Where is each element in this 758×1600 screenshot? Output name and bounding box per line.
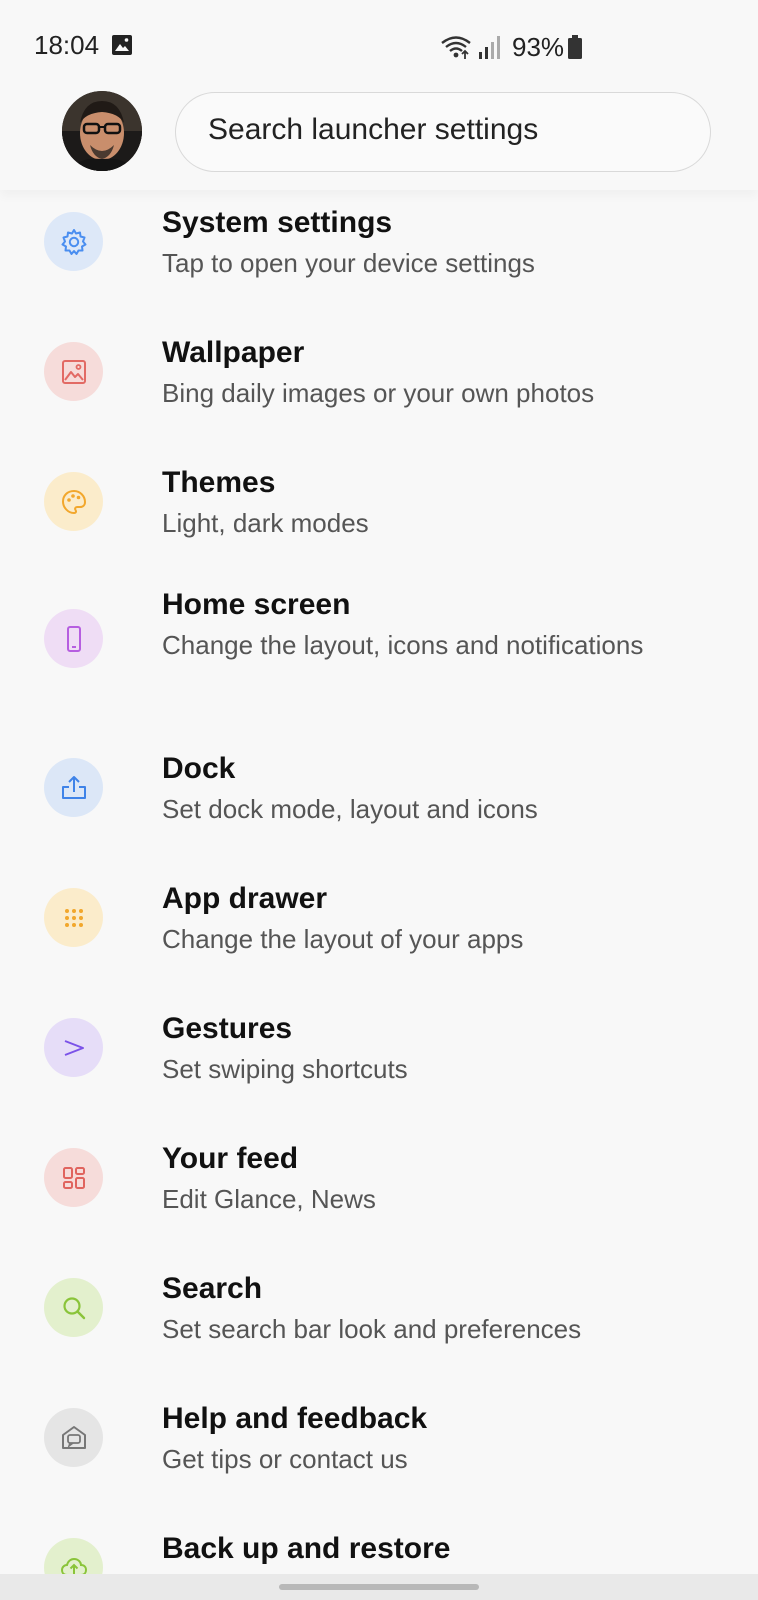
backup-icon (60, 1557, 87, 1574)
feed-icon (62, 1166, 85, 1189)
setting-system-settings[interactable]: System settings Tap to open your device … (0, 190, 758, 318)
row-icon-circle (44, 342, 103, 401)
row-icon-circle (44, 1408, 103, 1467)
gear-icon (61, 228, 86, 255)
setting-wallpaper[interactable]: Wallpaper Bing daily images or your own … (0, 320, 758, 448)
row-title: Your feed (162, 1142, 299, 1175)
battery-icon (568, 35, 583, 59)
image-icon (61, 359, 86, 384)
row-title: Search (162, 1272, 263, 1305)
setting-themes[interactable]: Themes Light, dark modes (0, 450, 758, 572)
dock-upload-icon (61, 775, 86, 799)
setting-your-feed[interactable]: Your feed Edit Glance, News (0, 1126, 758, 1254)
setting-search[interactable]: Search Set search bar look and preferenc… (0, 1256, 758, 1384)
row-title: Wallpaper (162, 336, 305, 369)
row-title: Themes (162, 466, 276, 499)
avatar[interactable] (62, 91, 142, 171)
gallery-icon (112, 35, 132, 55)
row-icon-circle (44, 1148, 103, 1207)
battery-percent: 93% (512, 31, 565, 62)
signal-icon (479, 36, 500, 59)
status-time: 18:04 (34, 30, 100, 60)
row-icon-circle (44, 758, 103, 817)
row-icon-circle (44, 212, 103, 271)
row-icon-circle (44, 1278, 103, 1337)
row-title: Gestures (162, 1012, 293, 1045)
row-icon-circle (44, 609, 103, 668)
row-icon-circle (44, 888, 103, 947)
setting-app-drawer[interactable]: App drawer Change the layout of your app… (0, 866, 758, 994)
row-title: Home screen (162, 588, 351, 621)
setting-help-and-feedback[interactable]: Help and feedback Get tips or contact us (0, 1386, 758, 1514)
row-icon-circle (44, 1538, 103, 1574)
status-right: 93% (440, 30, 583, 64)
search-bar[interactable]: Search launcher settings (175, 92, 711, 172)
row-icon-circle (44, 472, 103, 531)
palette-icon (61, 489, 86, 514)
home-gesture-handle[interactable] (279, 1584, 479, 1590)
row-subtitle: Light, dark modes (162, 508, 369, 538)
setting-home-screen[interactable]: Home screen Change the layout, icons and… (0, 572, 758, 734)
setting-gestures[interactable]: Gestures Set swiping shortcuts (0, 996, 758, 1124)
status-bar: 18:04 93% (0, 0, 758, 92)
wifi-icon (441, 36, 471, 59)
row-subtitle: Edit Glance, News (162, 1184, 376, 1214)
help-icon (61, 1425, 86, 1449)
row-subtitle: Get tips or contact us (162, 1444, 408, 1474)
row-title: Help and feedback (162, 1402, 428, 1435)
row-subtitle: Bing daily images or your own photos (162, 378, 595, 408)
row-title: App drawer (162, 882, 328, 915)
row-subtitle: Tap to open your device settings (162, 248, 535, 278)
setting-dock[interactable]: Dock Set dock mode, layout and icons (0, 736, 758, 864)
phone-icon (66, 625, 81, 652)
search-icon (62, 1296, 85, 1319)
row-subtitle: Set swiping shortcuts (162, 1054, 408, 1084)
row-subtitle: Set search bar look and preferences (162, 1314, 582, 1344)
row-title: Dock (162, 752, 236, 785)
grid-dots-icon (64, 908, 83, 927)
row-title: System settings (162, 206, 393, 239)
row-title: Back up and restore (162, 1532, 451, 1565)
gesture-icon (64, 1039, 84, 1056)
header: Search launcher settings (0, 86, 758, 190)
search-placeholder: Search launcher settings (208, 113, 539, 146)
row-subtitle: Change the layout, icons and notificatio… (162, 630, 644, 660)
navigation-bar (0, 1574, 758, 1600)
row-icon-circle (44, 1018, 103, 1077)
row-subtitle: Change the layout of your apps (162, 924, 524, 954)
setting-back-up-and-restore[interactable]: Back up and restore (0, 1516, 758, 1574)
row-subtitle: Set dock mode, layout and icons (162, 794, 538, 824)
settings-list: System settings Tap to open your device … (0, 190, 758, 1574)
